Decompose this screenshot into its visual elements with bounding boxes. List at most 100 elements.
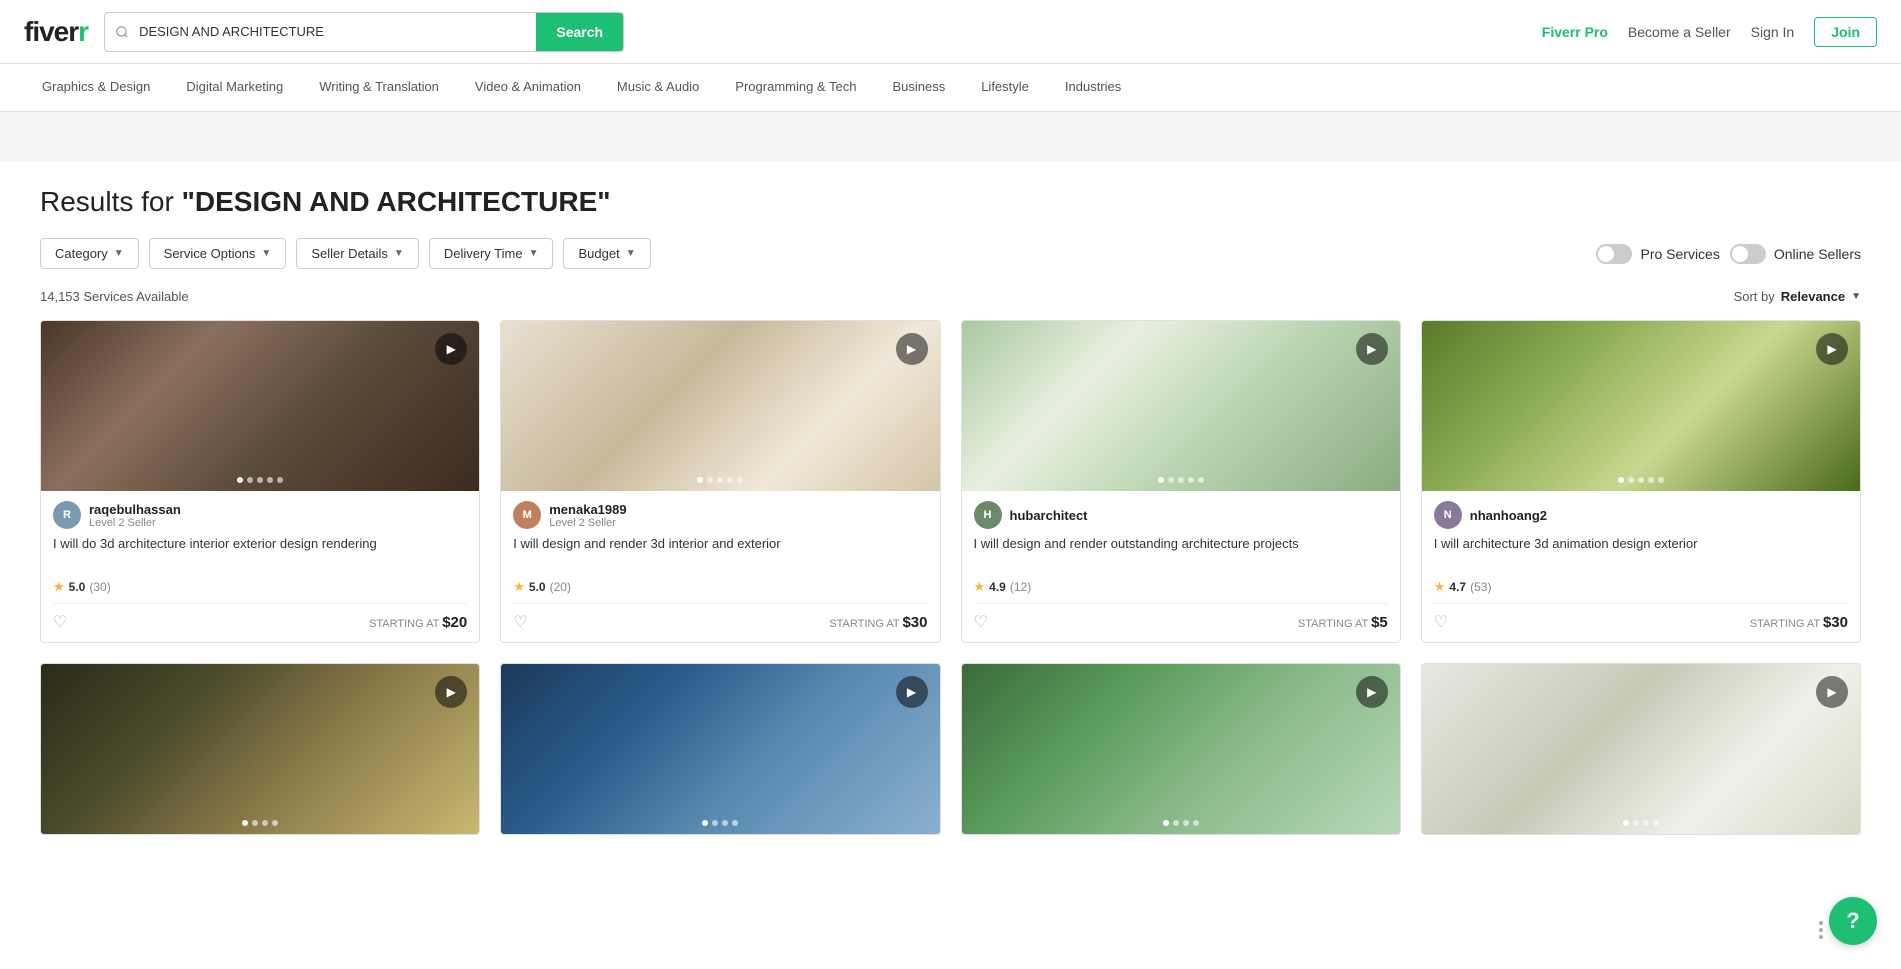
carousel-dots — [242, 820, 278, 826]
card-1[interactable]: ▶ R raqebulhassan Level 2 Seller I will … — [40, 320, 480, 643]
carousel-dot — [1633, 820, 1639, 826]
join-button[interactable]: Join — [1814, 17, 1877, 47]
starting-at-label: STARTING AT — [1750, 618, 1823, 630]
sort-by-chevron-icon: ▼ — [1851, 291, 1861, 302]
carousel-dot — [1658, 477, 1664, 483]
card-image: ▶ — [962, 664, 1400, 834]
card-image: ▶ — [41, 321, 479, 491]
card-body: N nhanhoang2 I will architecture 3d anim… — [1422, 491, 1860, 642]
delivery-time-filter[interactable]: Delivery Time▼ — [429, 238, 554, 269]
carousel-dot — [737, 477, 743, 483]
carousel-dot — [1618, 477, 1624, 483]
play-button[interactable]: ▶ — [435, 676, 467, 708]
header: fiverr Search Fiverr Pro Become a Seller… — [0, 0, 1901, 64]
sort-by-dropdown[interactable]: Sort by Relevance ▼ — [1734, 289, 1861, 304]
toggle-label-pro-services-toggle: Pro Services — [1640, 246, 1719, 262]
carousel-dot — [1168, 477, 1174, 483]
card-3[interactable]: ▶ H hubarchitect I will design and rende… — [961, 320, 1401, 643]
starting-at-label: STARTING AT — [369, 618, 442, 630]
search-button[interactable]: Search — [536, 13, 623, 51]
services-row: 14,153 Services Available Sort by Releva… — [40, 289, 1861, 304]
search-bar: Search — [104, 12, 624, 52]
card-title: I will do 3d architecture interior exter… — [53, 535, 467, 571]
card-4[interactable]: ▶ N nhanhoang2 I will architecture 3d an… — [1421, 320, 1861, 643]
filter-chevron-icon: ▼ — [626, 248, 636, 259]
seller-level: Level 2 Seller — [89, 517, 181, 529]
carousel-dots — [1623, 820, 1659, 826]
pro-services-toggle[interactable] — [1596, 244, 1632, 264]
sign-in-link[interactable]: Sign In — [1751, 24, 1795, 40]
seller-avatar: M — [513, 501, 541, 529]
cat-nav-item-lifestyle[interactable]: Lifestyle — [963, 64, 1047, 111]
seller-info: H hubarchitect — [974, 501, 1388, 529]
favorite-button[interactable]: ♡ — [1434, 612, 1448, 632]
card-6[interactable]: ▶ — [500, 663, 940, 835]
carousel-dot — [707, 477, 713, 483]
carousel-dot — [717, 477, 723, 483]
header-nav: Fiverr Pro Become a Seller Sign In Join — [1542, 17, 1877, 47]
carousel-dot — [1178, 477, 1184, 483]
filter-chevron-icon: ▼ — [114, 248, 124, 259]
logo[interactable]: fiverr — [24, 16, 88, 48]
become-seller-link[interactable]: Become a Seller — [1628, 24, 1731, 40]
seller-details-filter[interactable]: Seller Details▼ — [296, 238, 419, 269]
carousel-dot — [1628, 477, 1634, 483]
online-sellers-toggle[interactable] — [1730, 244, 1766, 264]
play-button[interactable]: ▶ — [1356, 676, 1388, 708]
play-button[interactable]: ▶ — [896, 676, 928, 708]
starting-at-label: STARTING AT — [829, 618, 902, 630]
cat-nav-item-business[interactable]: Business — [874, 64, 963, 111]
card-8[interactable]: ▶ — [1421, 663, 1861, 835]
category-filter[interactable]: Category▼ — [40, 238, 139, 269]
cat-nav-item-writing--translation[interactable]: Writing & Translation — [301, 64, 457, 111]
play-button[interactable]: ▶ — [435, 333, 467, 365]
cat-nav-item-industries[interactable]: Industries — [1047, 64, 1139, 111]
rating-value: 4.7 — [1449, 580, 1466, 594]
dot-3 — [1819, 935, 1823, 939]
toggle-wrap-online-sellers-toggle: Online Sellers — [1730, 244, 1861, 264]
carousel-dot — [1648, 477, 1654, 483]
rating-count: (53) — [1470, 580, 1491, 594]
carousel-dot — [237, 477, 243, 483]
favorite-button[interactable]: ♡ — [513, 612, 527, 632]
card-title: I will design and render outstanding arc… — [974, 535, 1388, 571]
card-body: M menaka1989 Level 2 Seller I will desig… — [501, 491, 939, 642]
play-button[interactable]: ▶ — [1816, 333, 1848, 365]
help-button[interactable]: ? — [1829, 897, 1877, 945]
favorite-button[interactable]: ♡ — [974, 612, 988, 632]
cat-nav-item-digital-marketing[interactable]: Digital Marketing — [168, 64, 301, 111]
cat-nav-item-video--animation[interactable]: Video & Animation — [457, 64, 599, 111]
favorite-button[interactable]: ♡ — [53, 612, 67, 632]
service-options-filter[interactable]: Service Options▼ — [149, 238, 287, 269]
cat-nav-item-programming--tech[interactable]: Programming & Tech — [717, 64, 874, 111]
carousel-dot — [1188, 477, 1194, 483]
card-image: ▶ — [501, 321, 939, 491]
play-button[interactable]: ▶ — [1356, 333, 1388, 365]
card-footer: ♡ STARTING AT $30 — [1434, 603, 1848, 632]
carousel-dot — [1163, 820, 1169, 826]
fiverr-pro-link[interactable]: Fiverr Pro — [1542, 24, 1608, 40]
cat-nav-item-music--audio[interactable]: Music & Audio — [599, 64, 717, 111]
carousel-dot — [1173, 820, 1179, 826]
play-button[interactable]: ▶ — [896, 333, 928, 365]
search-input[interactable] — [139, 13, 536, 51]
carousel-dot — [272, 820, 278, 826]
sort-by-label: Sort by — [1734, 289, 1775, 304]
cat-nav-item-graphics--design[interactable]: Graphics & Design — [24, 64, 168, 111]
play-button[interactable]: ▶ — [1816, 676, 1848, 708]
carousel-dot — [1198, 477, 1204, 483]
seller-avatar: R — [53, 501, 81, 529]
price-area: STARTING AT $5 — [1298, 614, 1388, 631]
card-5[interactable]: ▶ — [40, 663, 480, 835]
card-7[interactable]: ▶ — [961, 663, 1401, 835]
carousel-dot — [267, 477, 273, 483]
price-value: $20 — [442, 614, 467, 631]
card-title: I will architecture 3d animation design … — [1434, 535, 1848, 571]
carousel-dots — [697, 477, 743, 483]
results-query: "DESIGN AND ARCHITECTURE" — [182, 186, 611, 217]
budget-filter[interactable]: Budget▼ — [563, 238, 650, 269]
carousel-dot — [1638, 477, 1644, 483]
carousel-dot — [262, 820, 268, 826]
card-2[interactable]: ▶ M menaka1989 Level 2 Seller I will des… — [500, 320, 940, 643]
starting-at-label: STARTING AT — [1298, 618, 1371, 630]
